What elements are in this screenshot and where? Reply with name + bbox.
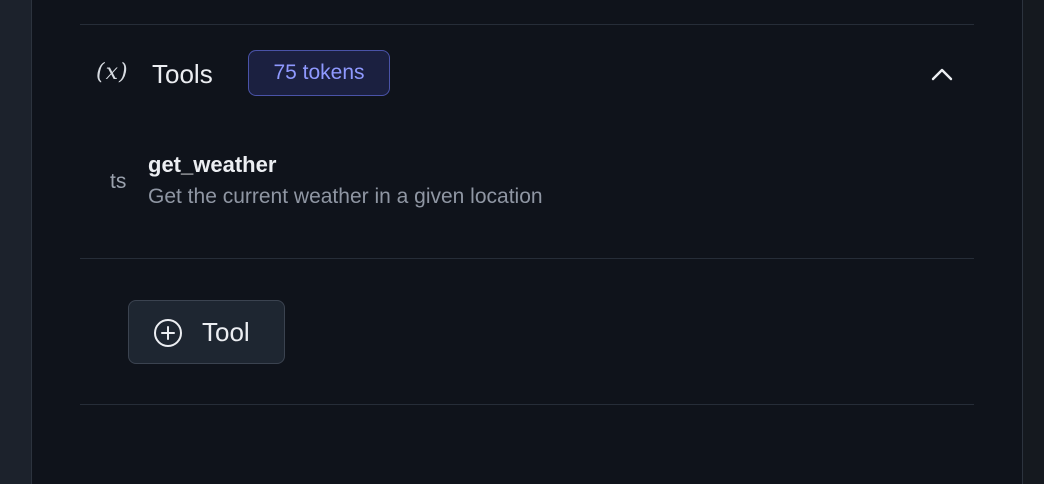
tools-list-divider <box>80 258 974 259</box>
add-tool-button[interactable]: Tool <box>128 300 285 364</box>
top-divider <box>80 24 974 25</box>
right-scrollbar-gutter[interactable] <box>1022 0 1044 484</box>
function-variable-icon: (x) <box>96 60 129 85</box>
bottom-divider <box>80 404 974 405</box>
token-count-badge: 75 tokens <box>248 50 390 96</box>
left-gutter <box>0 0 32 484</box>
tool-item-get-weather[interactable]: ts get_weather Get the current weather i… <box>32 146 1022 226</box>
tools-section-header: (x) Tools 75 tokens <box>32 26 1022 122</box>
plus-circle-icon <box>154 319 182 347</box>
tools-section-title: Tools <box>152 59 213 89</box>
tool-description: Get the current weather in a given locat… <box>148 185 543 208</box>
add-tool-label: Tool <box>202 317 250 347</box>
tool-name: get_weather <box>148 152 277 177</box>
chevron-up-icon <box>931 68 953 81</box>
collapse-button[interactable] <box>922 59 962 89</box>
tools-panel: (x) Tools 75 tokens ts get_weather Get t… <box>32 0 1022 484</box>
typescript-icon: ts <box>110 170 127 193</box>
